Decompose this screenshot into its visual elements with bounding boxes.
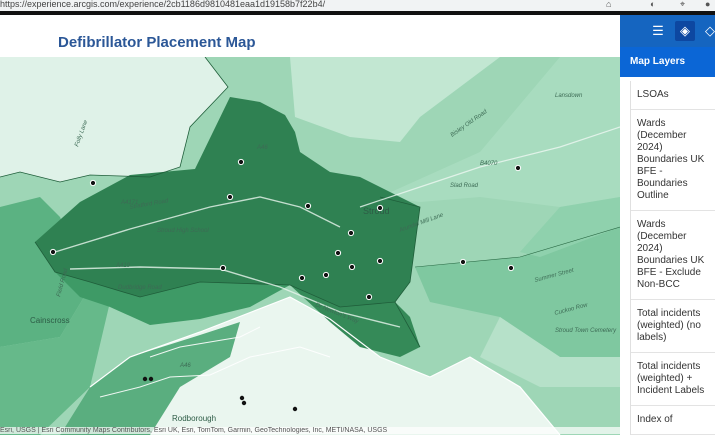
defibrillator-point[interactable]: [237, 158, 245, 166]
defibrillator-point[interactable]: [322, 271, 330, 279]
defibrillator-point[interactable]: [49, 248, 57, 256]
label-stroud-high-school: Stroud High School: [157, 228, 209, 234]
place-label-rodborough: Rodborough: [172, 414, 216, 423]
defibrillator-point[interactable]: [89, 179, 97, 187]
map-attribution[interactable]: Esri, USGS | Esri Community Maps Contrib…: [0, 427, 620, 434]
road-label-a46-south: A46: [179, 363, 191, 369]
defibrillator-point[interactable]: [376, 257, 384, 265]
defibrillator-point[interactable]: [239, 395, 245, 401]
panel-title: Map Layers: [630, 56, 686, 67]
map-view[interactable]: Stroud Cainscross Rodborough Stroud High…: [0, 57, 620, 435]
app-header: Defibrillator Placement Map: [0, 15, 620, 57]
defibrillator-point[interactable]: [241, 400, 247, 406]
defibrillator-point[interactable]: [348, 263, 356, 271]
layer-item-wards-exclude[interactable]: Wards (December 2024) Boundaries UK BFE …: [631, 211, 715, 300]
defibrillator-point[interactable]: [292, 406, 298, 412]
extensions-icon[interactable]: ⌂: [606, 0, 611, 9]
road-label-a4171: A4171: [120, 200, 138, 206]
defibrillator-point[interactable]: [514, 164, 522, 172]
url-bar[interactable]: https://experience.arcgis.com/experience…: [0, 0, 325, 9]
defibrillator-point[interactable]: [148, 376, 154, 382]
layers-icon[interactable]: ◈: [675, 21, 695, 41]
defibrillator-point[interactable]: [304, 202, 312, 210]
layer-item-lsoas[interactable]: LSOAs: [631, 81, 715, 110]
layers-panel: ☰ ◈ ◇ Map Layers LSOAs Wards (December 2…: [620, 15, 715, 435]
road-label-lansdown: Lansdown: [555, 93, 583, 99]
road-label-slad-road: Slad Road: [450, 183, 479, 189]
road-label-dudbridge-road: Dudbridge Road: [118, 285, 162, 291]
road-label-a46: A46: [256, 145, 268, 151]
place-label-stroud: Stroud: [363, 206, 390, 216]
tag-icon[interactable]: ◇: [700, 21, 715, 41]
label-cemetery: Stroud Town Cemetery: [555, 328, 617, 334]
road-label-a419: A419: [115, 263, 131, 269]
defibrillator-point[interactable]: [347, 229, 355, 237]
layer-item-total-incidents[interactable]: Total incidents (weighted) (no labels): [631, 300, 715, 353]
defibrillator-point[interactable]: [226, 193, 234, 201]
shield-icon[interactable]: ◐: [650, 0, 655, 9]
page-title: Defibrillator Placement Map: [58, 34, 256, 51]
profile-icon[interactable]: ●: [705, 0, 710, 9]
layer-list-icon[interactable]: ☰: [648, 21, 668, 41]
defibrillator-point[interactable]: [507, 264, 515, 272]
defibrillator-point[interactable]: [334, 249, 342, 257]
place-label-cainscross: Cainscross: [30, 316, 70, 325]
layer-item-index[interactable]: Index of: [631, 406, 715, 435]
defibrillator-point[interactable]: [219, 264, 227, 272]
layer-item-wards-outline[interactable]: Wards (December 2024) Boundaries UK BFE …: [631, 110, 715, 211]
pin-icon[interactable]: ⌖: [680, 0, 685, 10]
panel-header: Map Layers: [620, 47, 715, 77]
layer-list: LSOAs Wards (December 2024) Boundaries U…: [630, 81, 715, 435]
road-label-b4070: B4070: [480, 161, 498, 167]
map-canvas[interactable]: Stroud Cainscross Rodborough Stroud High…: [0, 57, 620, 435]
layer-item-total-incidents-labels[interactable]: Total incidents (weighted) + Incident La…: [631, 353, 715, 406]
defibrillator-point[interactable]: [459, 258, 467, 266]
panel-toolbar: ☰ ◈ ◇: [620, 15, 715, 47]
defibrillator-point[interactable]: [376, 204, 384, 212]
defibrillator-point[interactable]: [365, 293, 373, 301]
defibrillator-point[interactable]: [298, 274, 306, 282]
defibrillator-point[interactable]: [142, 376, 148, 382]
